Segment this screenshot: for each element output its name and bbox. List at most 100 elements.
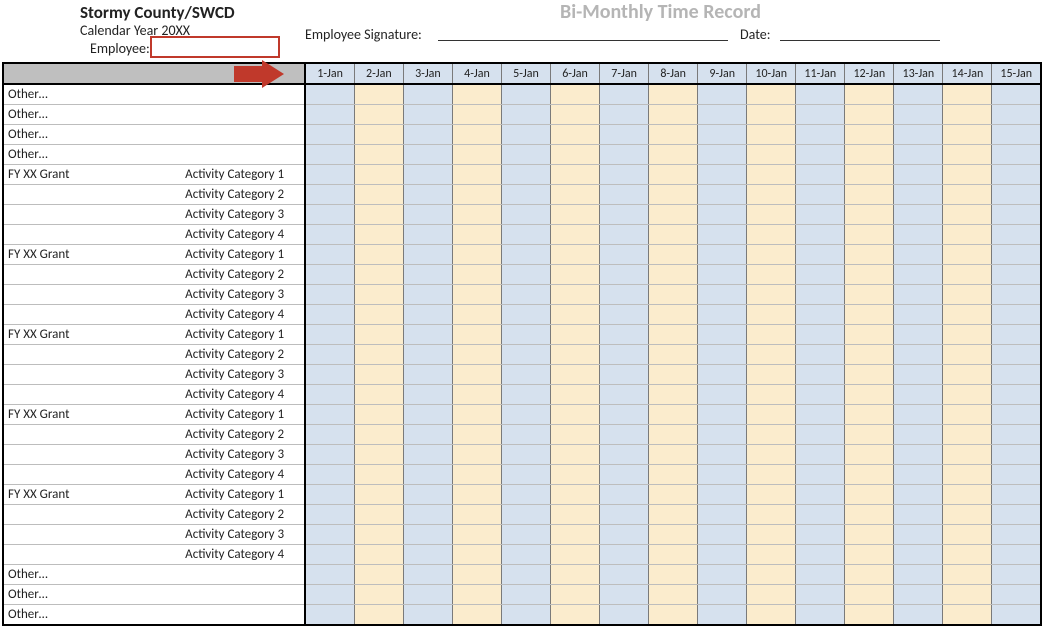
time-cell[interactable]	[845, 605, 894, 626]
time-cell[interactable]	[600, 585, 649, 605]
time-cell[interactable]	[943, 345, 992, 365]
time-cell[interactable]	[305, 345, 354, 365]
time-cell[interactable]	[551, 545, 600, 565]
time-cell[interactable]	[305, 605, 354, 626]
time-cell[interactable]	[943, 545, 992, 565]
time-cell[interactable]	[698, 345, 747, 365]
time-cell[interactable]	[992, 105, 1041, 125]
time-cell[interactable]	[698, 405, 747, 425]
time-cell[interactable]	[305, 585, 354, 605]
time-cell[interactable]	[698, 185, 747, 205]
time-cell[interactable]	[698, 245, 747, 265]
time-cell[interactable]	[452, 445, 501, 465]
time-cell[interactable]	[698, 84, 747, 105]
time-cell[interactable]	[354, 565, 403, 585]
time-cell[interactable]	[796, 465, 845, 485]
time-cell[interactable]	[452, 245, 501, 265]
time-cell[interactable]	[845, 545, 894, 565]
time-cell[interactable]	[845, 285, 894, 305]
time-cell[interactable]	[452, 84, 501, 105]
time-cell[interactable]	[600, 605, 649, 626]
time-cell[interactable]	[796, 525, 845, 545]
time-cell[interactable]	[551, 145, 600, 165]
time-cell[interactable]	[796, 84, 845, 105]
time-cell[interactable]	[894, 285, 943, 305]
time-cell[interactable]	[845, 84, 894, 105]
time-cell[interactable]	[796, 325, 845, 345]
time-cell[interactable]	[354, 545, 403, 565]
time-cell[interactable]	[649, 425, 698, 445]
time-cell[interactable]	[305, 445, 354, 465]
time-cell[interactable]	[501, 325, 550, 345]
time-cell[interactable]	[747, 605, 796, 626]
time-cell[interactable]	[747, 545, 796, 565]
time-cell[interactable]	[796, 545, 845, 565]
time-cell[interactable]	[943, 565, 992, 585]
time-cell[interactable]	[452, 165, 501, 185]
time-cell[interactable]	[551, 325, 600, 345]
time-cell[interactable]	[747, 585, 796, 605]
time-cell[interactable]	[943, 165, 992, 185]
time-cell[interactable]	[649, 385, 698, 405]
time-cell[interactable]	[698, 285, 747, 305]
time-cell[interactable]	[747, 265, 796, 285]
time-cell[interactable]	[501, 185, 550, 205]
time-cell[interactable]	[649, 525, 698, 545]
time-cell[interactable]	[698, 265, 747, 285]
time-cell[interactable]	[845, 445, 894, 465]
time-cell[interactable]	[354, 125, 403, 145]
time-cell[interactable]	[551, 565, 600, 585]
time-cell[interactable]	[551, 585, 600, 605]
time-cell[interactable]	[894, 125, 943, 145]
time-cell[interactable]	[943, 585, 992, 605]
time-cell[interactable]	[600, 205, 649, 225]
time-cell[interactable]	[649, 185, 698, 205]
time-cell[interactable]	[551, 465, 600, 485]
time-cell[interactable]	[943, 225, 992, 245]
time-cell[interactable]	[551, 165, 600, 185]
time-cell[interactable]	[403, 225, 452, 245]
time-cell[interactable]	[501, 205, 550, 225]
time-cell[interactable]	[992, 125, 1041, 145]
time-cell[interactable]	[649, 565, 698, 585]
time-cell[interactable]	[305, 385, 354, 405]
time-cell[interactable]	[698, 205, 747, 225]
time-cell[interactable]	[305, 525, 354, 545]
time-cell[interactable]	[551, 405, 600, 425]
time-cell[interactable]	[992, 505, 1041, 525]
time-cell[interactable]	[992, 245, 1041, 265]
time-cell[interactable]	[698, 465, 747, 485]
time-cell[interactable]	[501, 84, 550, 105]
time-cell[interactable]	[992, 225, 1041, 245]
time-cell[interactable]	[943, 205, 992, 225]
time-cell[interactable]	[894, 265, 943, 285]
time-cell[interactable]	[600, 465, 649, 485]
time-cell[interactable]	[796, 105, 845, 125]
time-cell[interactable]	[894, 325, 943, 345]
time-cell[interactable]	[796, 165, 845, 185]
time-cell[interactable]	[452, 565, 501, 585]
time-cell[interactable]	[501, 105, 550, 125]
time-cell[interactable]	[845, 325, 894, 345]
time-cell[interactable]	[551, 505, 600, 525]
time-cell[interactable]	[551, 245, 600, 265]
time-cell[interactable]	[796, 265, 845, 285]
time-cell[interactable]	[894, 605, 943, 626]
time-cell[interactable]	[551, 205, 600, 225]
time-cell[interactable]	[845, 105, 894, 125]
time-cell[interactable]	[551, 225, 600, 245]
time-cell[interactable]	[698, 225, 747, 245]
time-cell[interactable]	[354, 285, 403, 305]
time-cell[interactable]	[600, 385, 649, 405]
time-cell[interactable]	[452, 585, 501, 605]
time-cell[interactable]	[452, 225, 501, 245]
employee-input-box[interactable]	[150, 36, 280, 58]
time-cell[interactable]	[452, 605, 501, 626]
time-cell[interactable]	[452, 205, 501, 225]
time-cell[interactable]	[894, 405, 943, 425]
time-cell[interactable]	[992, 84, 1041, 105]
time-cell[interactable]	[894, 145, 943, 165]
time-cell[interactable]	[747, 505, 796, 525]
time-cell[interactable]	[747, 365, 796, 385]
time-cell[interactable]	[698, 305, 747, 325]
